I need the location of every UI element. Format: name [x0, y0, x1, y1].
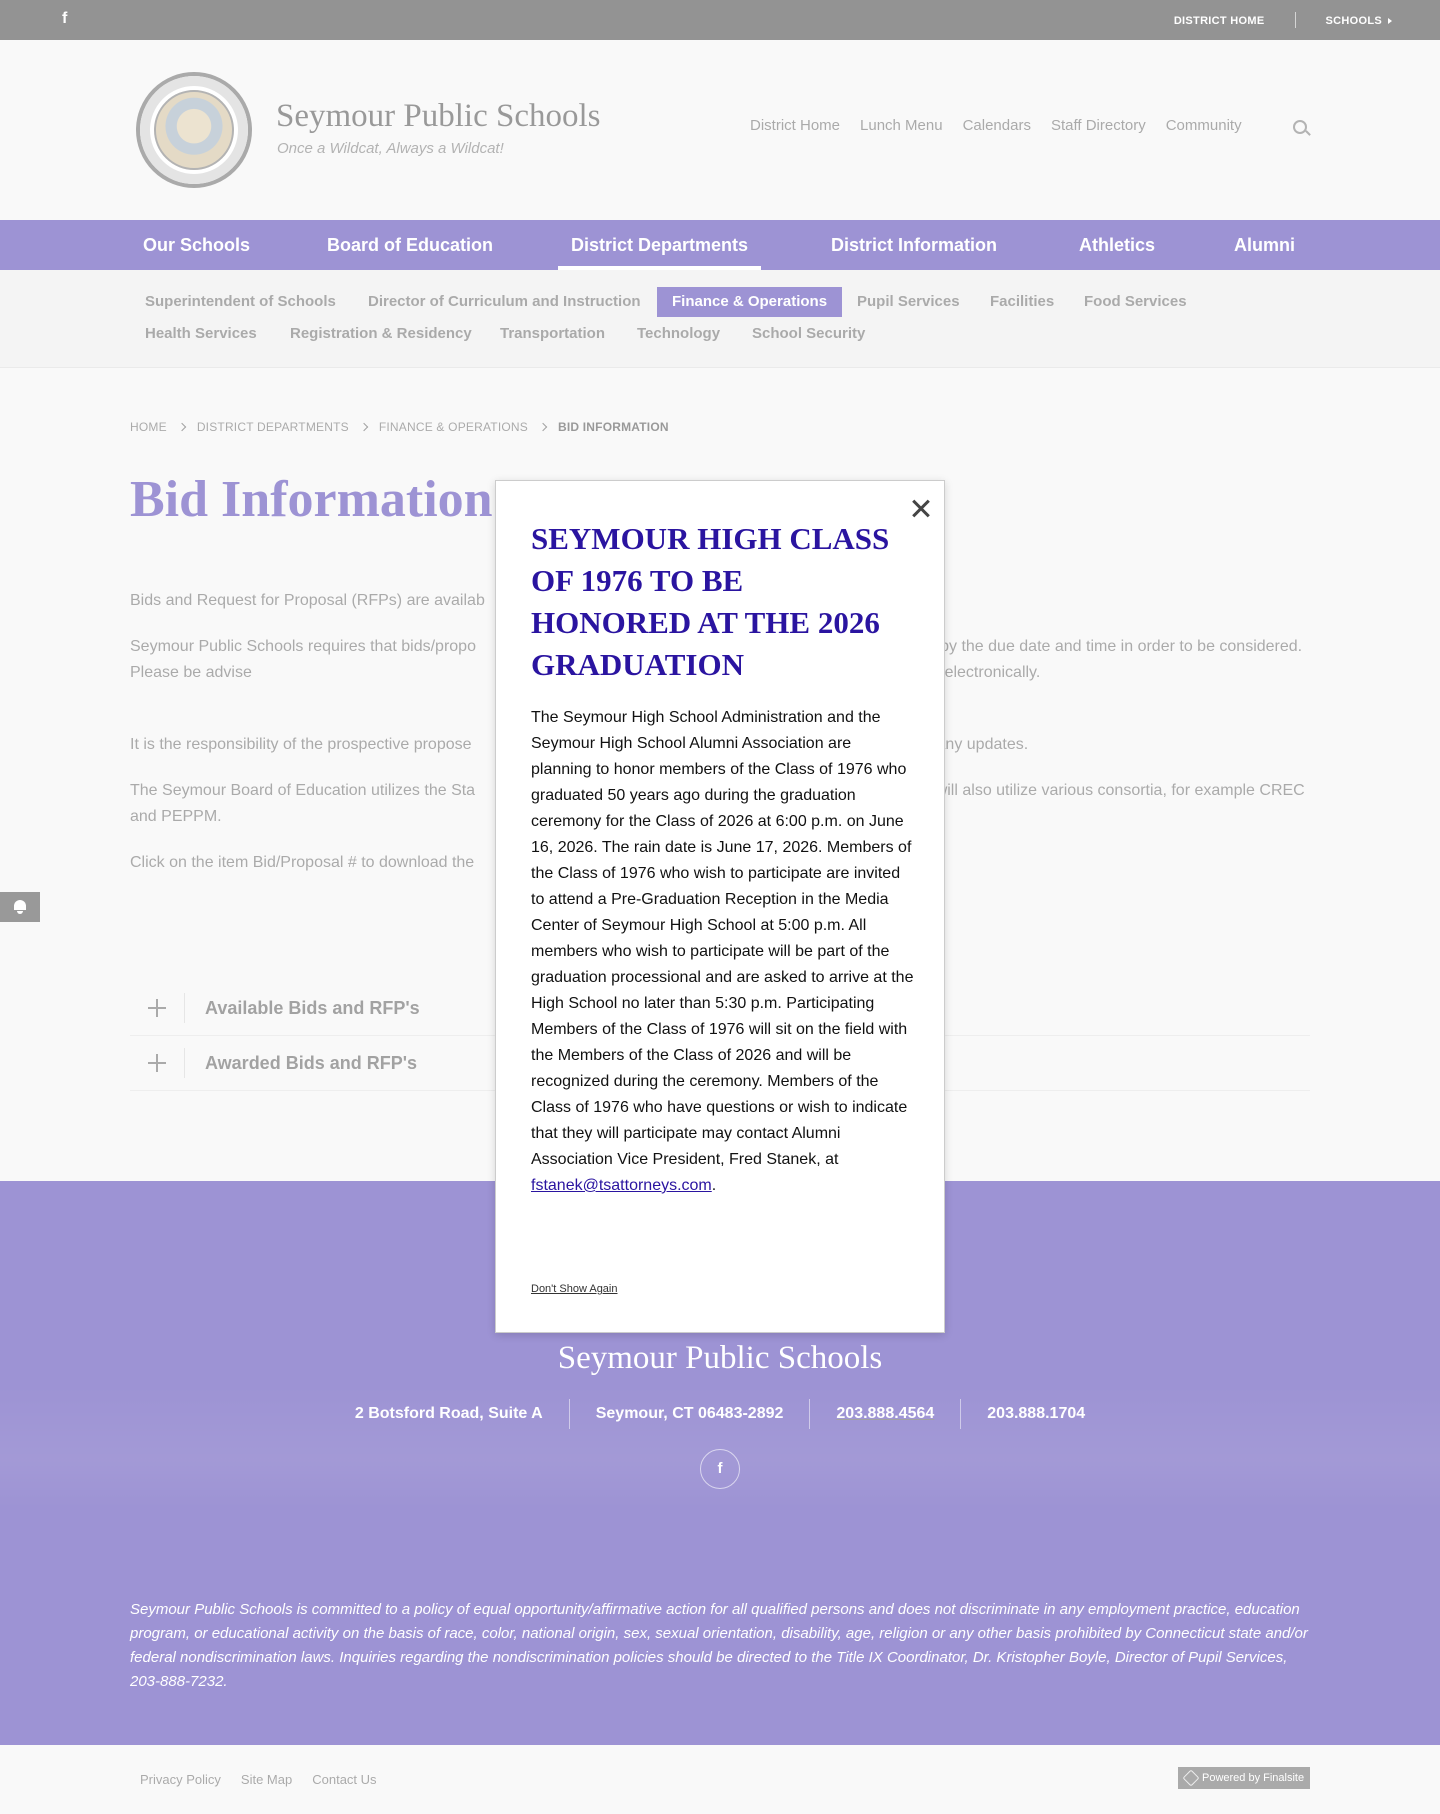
announcement-modal: SEYMOUR HIGH CLASS OF 1976 TO BE HONORED… — [495, 480, 945, 1333]
modal-title: SEYMOUR HIGH CLASS OF 1976 TO BE HONORED… — [531, 521, 890, 682]
modal-email-link[interactable]: fstanek@tsattorneys.com — [531, 1177, 712, 1194]
modal-body-text: The Seymour High School Administration a… — [531, 709, 914, 1168]
close-icon[interactable] — [910, 497, 932, 519]
modal-body: The Seymour High School Administration a… — [531, 705, 916, 1199]
modal-body-period: . — [711, 1177, 717, 1194]
dont-show-again-link[interactable]: Don't Show Again — [531, 1283, 618, 1295]
